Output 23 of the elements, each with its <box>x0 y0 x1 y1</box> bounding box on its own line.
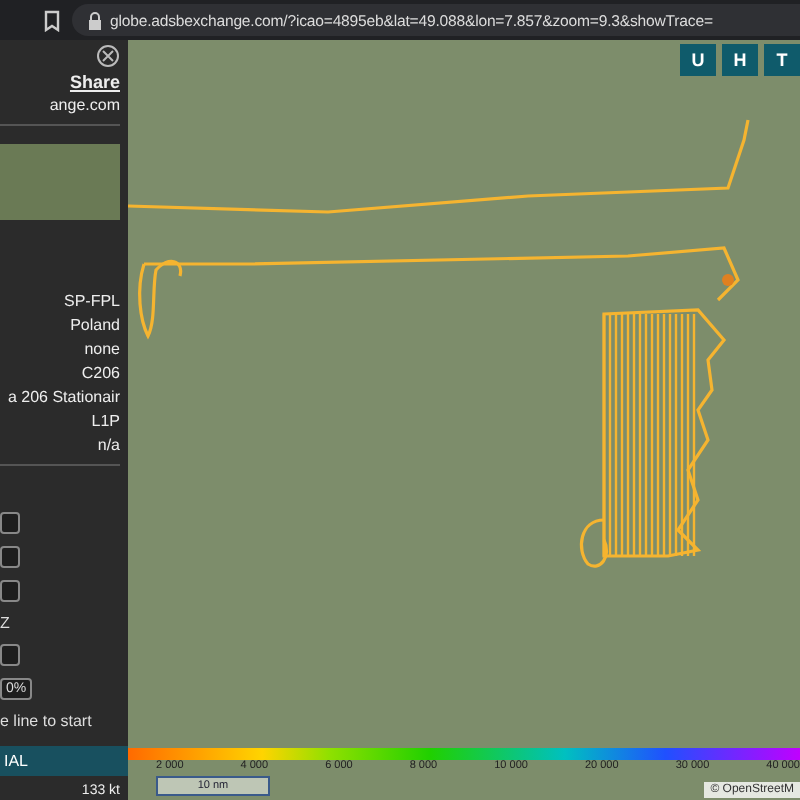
detail-value: none <box>84 340 120 358</box>
option-button[interactable] <box>0 546 20 568</box>
map-mode-button[interactable]: H <box>722 44 758 76</box>
detail-value: C206 <box>81 364 120 382</box>
photo-placeholder <box>0 144 120 220</box>
site-link[interactable]: ange.com <box>49 96 120 114</box>
option-button[interactable] <box>0 644 20 666</box>
close-icon[interactable] <box>96 44 120 68</box>
share-link[interactable]: Share <box>69 72 120 92</box>
option-label: Z <box>0 614 10 632</box>
option-button[interactable] <box>0 580 20 602</box>
map-mode-button[interactable]: T <box>764 44 800 76</box>
map-mode-button[interactable]: U <box>680 44 716 76</box>
bookmark-icon[interactable] <box>44 9 60 31</box>
option-button[interactable] <box>0 512 20 534</box>
lock-icon <box>88 11 102 29</box>
detail-value: a 206 Stationair <box>7 388 120 406</box>
detail-value: Poland <box>70 316 120 334</box>
status-bar: IAL <box>0 746 128 776</box>
option-label: e line to start <box>0 712 92 730</box>
detail-value: n/a <box>97 436 120 454</box>
detail-value: L1P <box>91 412 120 430</box>
detail-value: SP-FPL <box>63 292 120 310</box>
